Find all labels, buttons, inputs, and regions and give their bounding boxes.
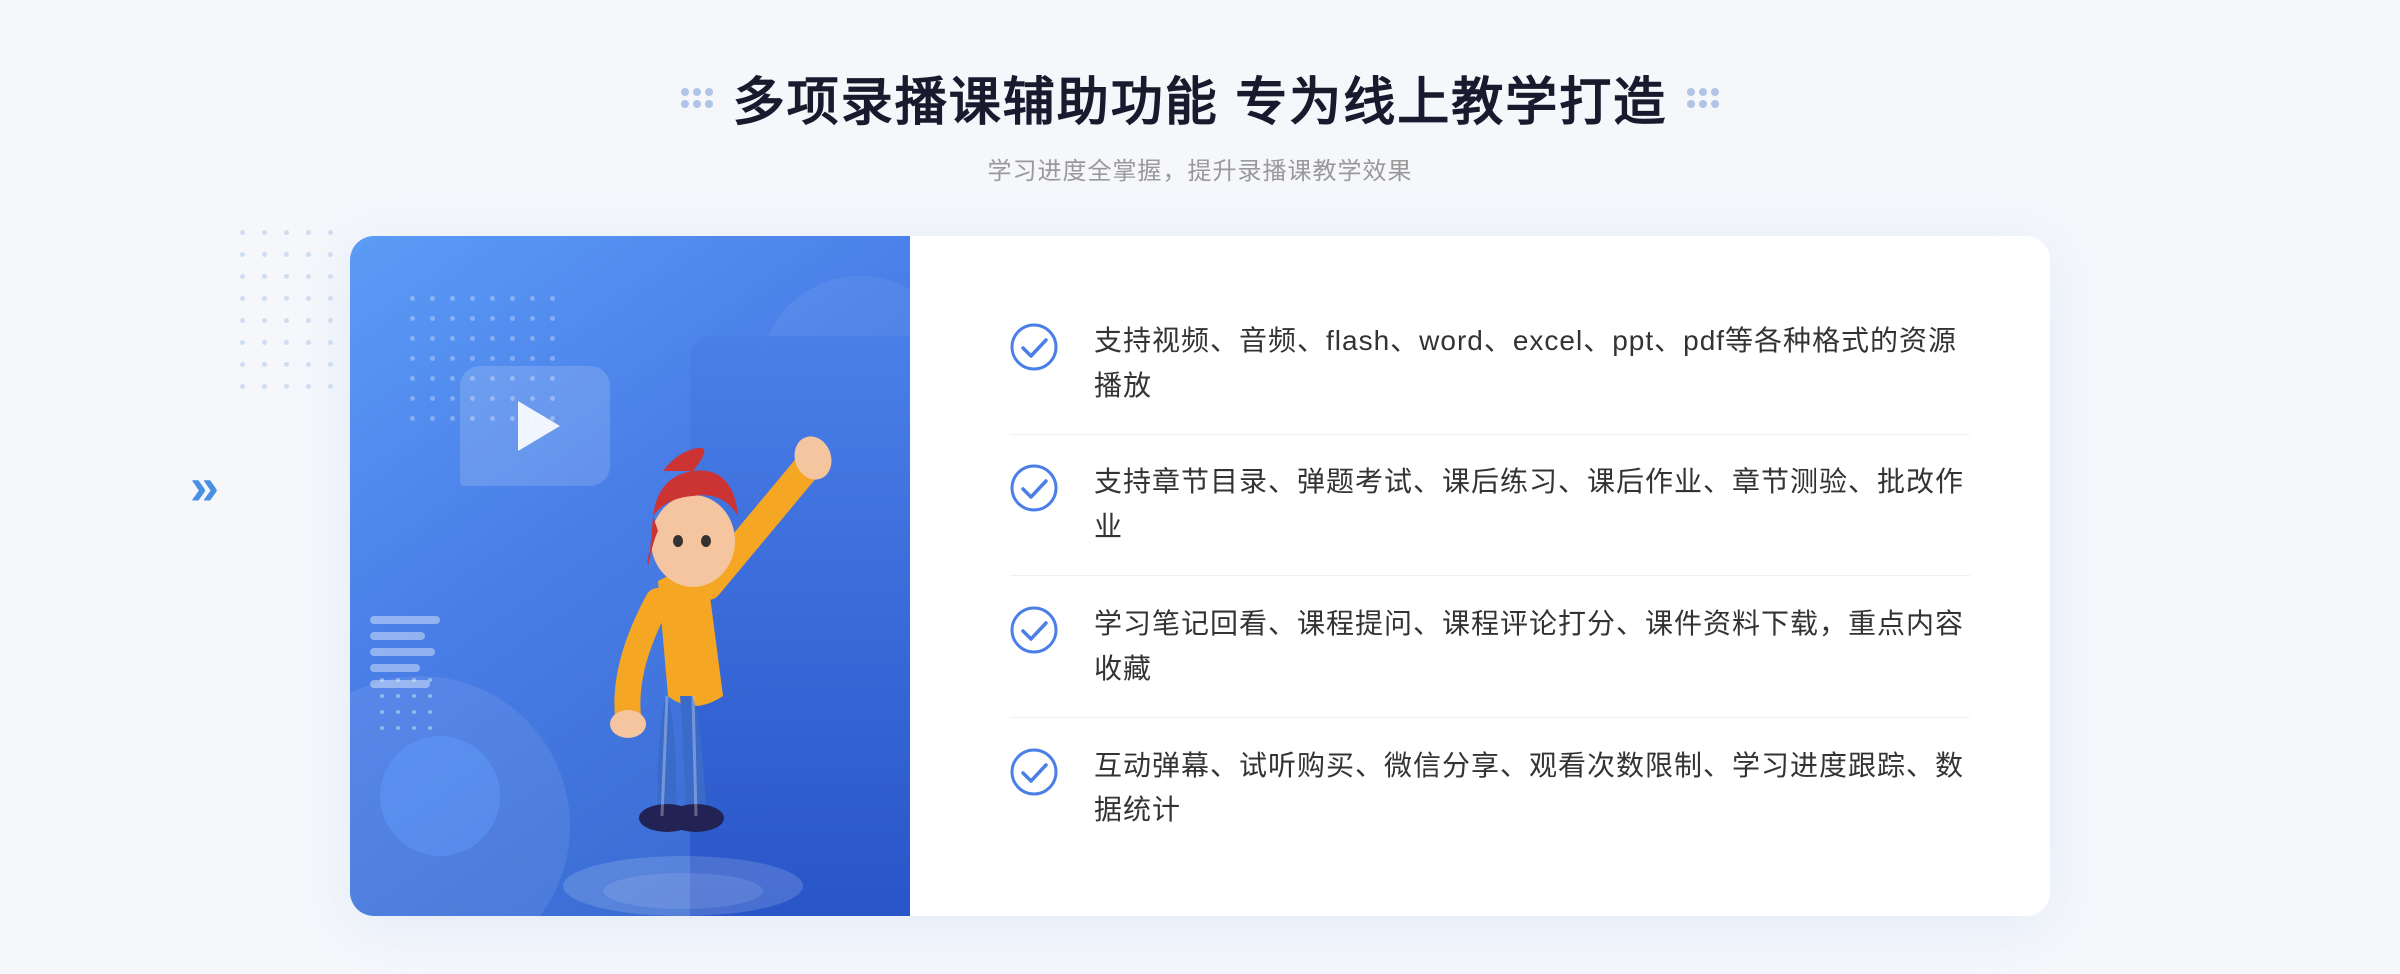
- page-container: » 多项录播课辅助功能 专为线上教学打造 学习进度全掌握，提升录播课教学效果: [0, 0, 2400, 974]
- divider-1: [1010, 434, 1970, 435]
- check-circle-icon-2: [1010, 464, 1058, 512]
- page-title: 多项录播课辅助功能 专为线上教学打造: [733, 60, 1667, 135]
- check-circle-icon-1: [1010, 323, 1058, 371]
- header-section: 多项录播课辅助功能 专为线上教学打造 学习进度全掌握，提升录播课教学效果: [681, 60, 1719, 186]
- content-card: 支持视频、音频、flash、word、excel、ppt、pdf等各种格式的资源…: [350, 236, 2050, 916]
- divider-2: [1010, 575, 1970, 576]
- feature-item-1: 支持视频、音频、flash、word、excel、ppt、pdf等各种格式的资源…: [1010, 299, 1970, 429]
- decorative-dots-left: [240, 230, 342, 398]
- deco-circle-blue: [380, 736, 500, 856]
- feature-text-1: 支持视频、音频、flash、word、excel、ppt、pdf等各种格式的资源…: [1094, 319, 1970, 409]
- feature-text-3: 学习笔记回看、课程提问、课程评论打分、课件资料下载，重点内容收藏: [1094, 602, 1970, 692]
- feature-item-2: 支持章节目录、弹题考试、课后练习、课后作业、章节测验、批改作业: [1010, 440, 1970, 570]
- feature-text-4: 互动弹幕、试听购买、微信分享、观看次数限制、学习进度跟踪、数据统计: [1094, 744, 1970, 834]
- outer-left-chevron: »: [190, 457, 211, 517]
- person-illustration: [528, 386, 868, 916]
- features-area: 支持视频、音频、flash、word、excel、ppt、pdf等各种格式的资源…: [910, 236, 2050, 916]
- divider-3: [1010, 717, 1970, 718]
- decorator-dots-right: [1687, 88, 1719, 108]
- illustration-area: [350, 236, 910, 916]
- check-circle-icon-3: [1010, 606, 1058, 654]
- header-decorators: 多项录播课辅助功能 专为线上教学打造: [681, 60, 1719, 135]
- feature-text-2: 支持章节目录、弹题考试、课后练习、课后作业、章节测验、批改作业: [1094, 460, 1970, 550]
- check-circle-icon-4: [1010, 748, 1058, 796]
- decorator-dots-left: [681, 88, 713, 108]
- illus-bottom-dots: [380, 678, 438, 736]
- page-subtitle: 学习进度全掌握，提升录播课教学效果: [681, 151, 1719, 186]
- feature-item-3: 学习笔记回看、课程提问、课程评论打分、课件资料下载，重点内容收藏: [1010, 582, 1970, 712]
- feature-item-4: 互动弹幕、试听购买、微信分享、观看次数限制、学习进度跟踪、数据统计: [1010, 724, 1970, 854]
